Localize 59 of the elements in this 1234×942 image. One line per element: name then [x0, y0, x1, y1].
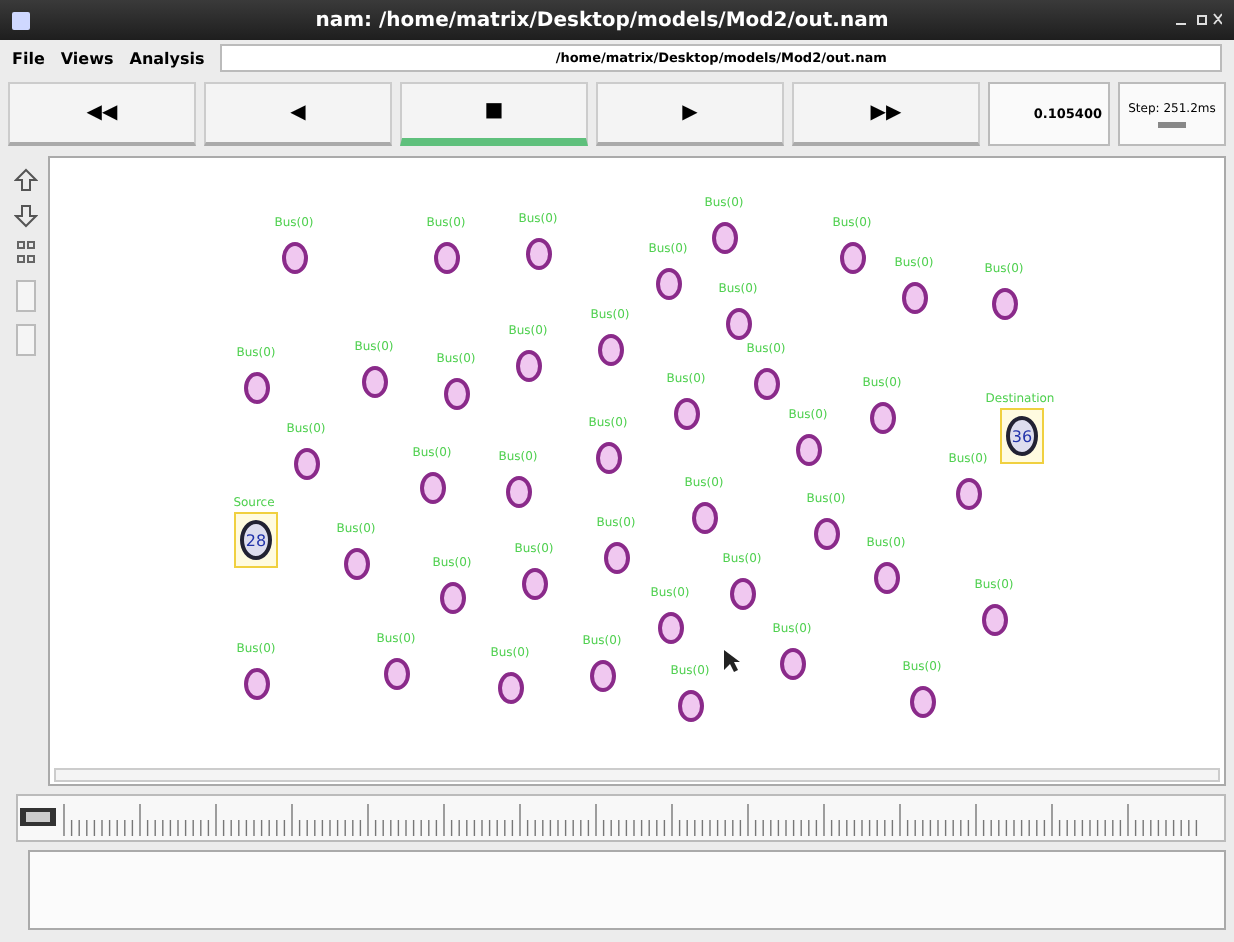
network-node[interactable]: [796, 434, 822, 466]
network-node[interactable]: [870, 402, 896, 434]
network-node[interactable]: [992, 288, 1018, 320]
network-node[interactable]: [590, 660, 616, 692]
network-node[interactable]: [498, 672, 524, 704]
network-node[interactable]: [526, 238, 552, 270]
playback-button[interactable]: ◀: [204, 82, 392, 146]
network-node[interactable]: [244, 668, 270, 700]
network-node[interactable]: [656, 268, 682, 300]
playback-button[interactable]: ▶▶: [792, 82, 980, 146]
slider-thumb[interactable]: [1158, 121, 1186, 127]
network-node[interactable]: [982, 604, 1008, 636]
playback-button[interactable]: ▶: [596, 82, 784, 146]
network-node[interactable]: [596, 442, 622, 474]
network-node[interactable]: [874, 562, 900, 594]
network-node[interactable]: [522, 568, 548, 600]
network-node[interactable]: [910, 686, 936, 718]
playback-button[interactable]: ■: [400, 82, 588, 146]
network-node[interactable]: [814, 518, 840, 550]
network-node[interactable]: [506, 476, 532, 508]
network-node[interactable]: 28: [234, 512, 278, 568]
timeline-ruler[interactable]: [16, 794, 1226, 842]
network-node[interactable]: [362, 366, 388, 398]
network-node[interactable]: [434, 242, 460, 274]
monitor-icon: [18, 806, 58, 830]
network-node[interactable]: [902, 282, 928, 314]
network-node[interactable]: [420, 472, 446, 504]
network-node[interactable]: [598, 334, 624, 366]
network-node[interactable]: [244, 372, 270, 404]
network-node[interactable]: [840, 242, 866, 274]
network-node[interactable]: [384, 658, 410, 690]
network-node[interactable]: [444, 378, 470, 410]
network-node[interactable]: [658, 612, 684, 644]
network-node[interactable]: [754, 368, 780, 400]
network-node[interactable]: [604, 542, 630, 574]
network-node[interactable]: 36: [1000, 408, 1044, 464]
horizontal-scrollbar[interactable]: [54, 768, 1220, 782]
menu-item[interactable]: Analysis: [129, 49, 205, 67]
network-node[interactable]: [674, 398, 700, 430]
network-node[interactable]: [294, 448, 320, 480]
network-node[interactable]: [780, 648, 806, 680]
network-node[interactable]: [956, 478, 982, 510]
network-node[interactable]: [726, 308, 752, 340]
network-node[interactable]: [678, 690, 704, 722]
playback-button[interactable]: ◀◀: [8, 82, 196, 146]
network-node[interactable]: [692, 502, 718, 534]
window-controls-icon[interactable]: [1174, 12, 1222, 28]
network-node[interactable]: [440, 582, 466, 614]
menu-item[interactable]: File: [12, 49, 45, 67]
window-title: nam: /home/matrix/Desktop/models/Mod2/out.nam: [313, 9, 891, 31]
network-node[interactable]: [344, 548, 370, 580]
grid-icon[interactable]: [16, 240, 36, 268]
network-node[interactable]: [516, 350, 542, 382]
mouse-cursor-icon: [724, 650, 740, 674]
network-node[interactable]: [282, 242, 308, 274]
network-node[interactable]: [712, 222, 738, 254]
network-node[interactable]: [730, 578, 756, 610]
menu-item[interactable]: Views: [60, 49, 114, 67]
window-icon: [12, 11, 30, 29]
